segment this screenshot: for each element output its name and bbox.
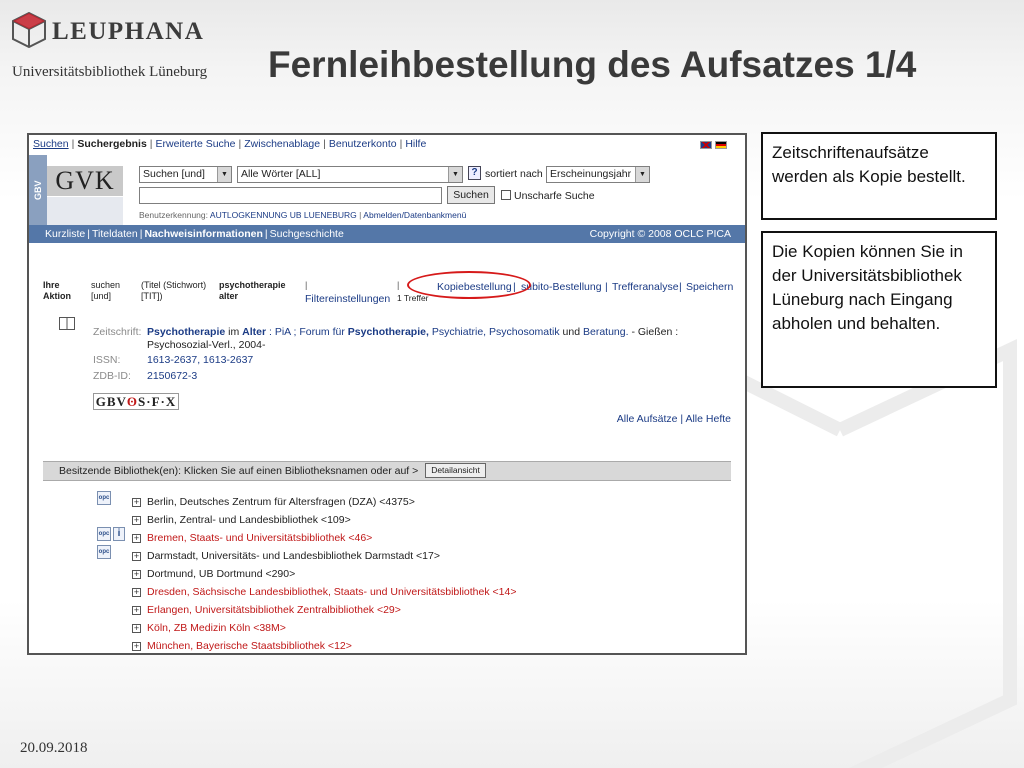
logo-text: LEUPHANA [52,18,205,45]
hit-analysis-link[interactable]: Trefferanalyse [612,281,679,293]
expand-icon[interactable]: + [132,588,141,597]
nav-suchen[interactable]: Suchen [30,138,72,150]
highlight-circle [407,271,531,299]
expand-icon[interactable]: + [132,516,141,525]
info-icon[interactable]: i [113,527,125,541]
help-icon[interactable]: ? [468,166,481,180]
all-articles-link[interactable]: Alle Aufsätze [617,413,678,425]
logout-link[interactable]: Abmelden/Datenbankmenü [363,210,466,220]
library-row[interactable]: + Bremen, Staats- und Universitätsbibliot… [132,531,372,545]
subito-order-link[interactable]: subito-Bestellung [521,281,602,293]
top-navigation: Suchen | Suchergebnis | Erweiterte Suche | Zwi… [29,135,745,155]
issn-value[interactable]: 1613-2637, 1613-2637 [147,354,253,366]
sort-select[interactable]: Erscheinungsjahr ▼ [546,166,650,183]
logo-area: LEUPHANA Universitätsbibliothek Lüneburg [12,12,242,92]
action-separator: | [679,281,682,293]
journal-label: Zeitschrift: [93,326,142,338]
user-label: Benutzerkennung: [139,210,208,220]
expand-icon[interactable]: + [132,642,141,651]
opac-icon[interactable]: opc [97,545,111,559]
action-terms: psychotherapie alter [219,280,286,301]
library-row[interactable]: + München, Bayerische Staatsbibliothek <1… [132,639,352,653]
holdings-text: Besitzende Bibliothek(en): Klicken Sie a… [59,465,419,477]
action-separator: | [605,281,608,293]
gbv-side-label: GBV [29,155,47,225]
footer-date: 20.09.2018 [20,740,88,756]
library-row[interactable]: + Darmstadt, Universitäts- und Landesbibl… [132,549,440,563]
fuzzy-search-checkbox[interactable] [501,190,511,200]
action-separator: | [305,280,308,290]
action-separator: | [397,280,400,290]
search-input[interactable] [139,187,442,204]
copyright-text: Copyright © 2008 OCLC PICA [589,228,731,240]
gvk-logo-stripe [47,197,123,225]
german-flag-icon[interactable] [715,141,727,149]
issn-label: ISSN: [93,354,121,366]
expand-icon[interactable]: + [132,570,141,579]
tab-nachweisinformationen[interactable]: Nachweisinformationen [142,228,264,240]
journal-publisher: Psychosozial-Verl., 2004- [147,339,266,351]
expand-icon[interactable]: + [132,606,141,615]
action-mode: suchen [und] [91,280,121,301]
tab-titeldaten[interactable]: Titeldaten [90,228,140,240]
search-button[interactable]: Suchen [447,186,495,204]
nav-benutzerkonto[interactable]: Benutzerkonto [326,138,400,150]
callout-pickup-info: Die Kopien können Sie in der Universität… [761,231,997,388]
slide-title: Fernleihbestellung des Aufsatzes 1/4 [268,44,917,85]
chevron-down-icon: ▼ [635,167,649,182]
expand-icon[interactable]: + [132,498,141,507]
nav-suchergebnis[interactable]: Suchergebnis [74,138,149,150]
save-link[interactable]: Speichern [686,281,733,293]
expand-icon[interactable]: + [132,534,141,543]
chevron-down-icon: ▼ [217,167,231,182]
library-row[interactable]: + Dresden, Sächsische Landesbibliothek, S… [132,585,516,599]
tab-kurzliste[interactable]: Kurzliste [43,228,87,240]
english-flag-icon[interactable] [700,141,712,149]
nav-hilfe[interactable]: Hilfe [402,138,429,150]
sfx-button[interactable]: GBVʘS·F·X [93,393,179,410]
chevron-down-icon: ▼ [448,167,462,182]
search-mode-select[interactable]: Suchen [und] ▼ [139,166,232,183]
journal-title[interactable]: Psychotherapie im Alter : PiA ; Forum fü… [147,326,678,338]
nav-erweiterte-suche[interactable]: Erweiterte Suche [153,138,239,150]
library-row[interactable]: + Erlangen, Universitätsbibliothek Zentra… [132,603,401,617]
zdb-label: ZDB-ID: [93,370,131,382]
opac-icon[interactable]: opc [97,527,111,541]
tab-suchgeschichte[interactable]: Suchgeschichte [268,228,346,240]
language-flags [700,141,727,149]
user-line: Benutzerkennung: AUTLOGKENNUNG UB LUENEB… [139,210,467,220]
nav-zwischenablage[interactable]: Zwischenablage [241,138,323,150]
sort-label: sortiert nach [485,168,543,180]
search-panel: GBV GVK Suchen [und] ▼ Alle Wörter [ALL] ▼… [29,155,745,225]
zdb-value[interactable]: 2150672-3 [147,370,197,382]
article-links: Alle Aufsätze | Alle Hefte [616,413,731,425]
gvk-screenshot: Suchen | Suchergebnis | Erweiterte Suche | Zwi… [27,133,747,655]
expand-icon[interactable]: + [132,552,141,561]
user-value: AUTLOGKENNUNG UB LUENEBURG [209,210,357,220]
action-label: Ihre Aktion [43,280,71,301]
filter-settings-link[interactable]: Filtereinstellungen [305,293,390,305]
opac-icon[interactable]: opc [97,491,111,505]
search-words-select[interactable]: Alle Wörter [ALL] ▼ [237,166,463,183]
result-tabs-bar: Kurzliste | Titeldaten | Nachweisinformation… [29,225,745,243]
callout-copy-info: Zeitschriftenaufsätze werden als Kopie b… [761,132,997,220]
library-row[interactable]: + Berlin, Zentral- und Landesbibliothek <… [132,513,351,527]
holdings-header: Besitzende Bibliothek(en): Klicken Sie a… [43,461,731,481]
gvk-logo: GVK [47,166,123,196]
logo-subtitle: Universitätsbibliothek Lüneburg [12,64,208,80]
library-row[interactable]: + Köln, ZB Medizin Köln <38M> [132,621,286,635]
library-row[interactable]: + Berlin, Deutsches Zentrum für Altersfra… [132,495,415,509]
leuphana-logo-icon [12,12,46,48]
detail-view-button[interactable]: Detailansicht [425,463,486,478]
fuzzy-search-label: Unscharfe Suche [514,190,595,202]
action-field: (Titel (Stichwort) [TIT]) [141,280,207,301]
journal-icon [59,317,75,330]
library-row[interactable]: + Dortmund, UB Dortmund <290> [132,567,295,581]
expand-icon[interactable]: + [132,624,141,633]
all-issues-link[interactable]: Alle Hefte [685,413,731,425]
